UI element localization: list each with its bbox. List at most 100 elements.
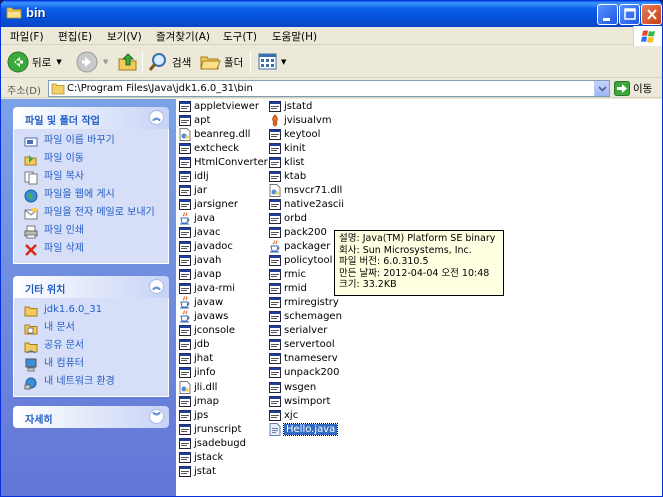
menu-view[interactable]: 보기(V) (107, 29, 142, 44)
file-item[interactable]: packager (269, 240, 330, 254)
minimize-button[interactable] (597, 4, 618, 25)
forward-button[interactable]: ▼ (76, 50, 108, 74)
task-delete[interactable]: 파일 삭제 (24, 243, 160, 257)
menu-file[interactable]: 파일(F) (10, 29, 44, 44)
file-item[interactable]: jli.dll (179, 380, 217, 394)
menu-edit[interactable]: 편집(E) (58, 29, 92, 44)
file-item[interactable]: Hello.java (269, 422, 339, 436)
file-item[interactable]: apt (179, 113, 210, 127)
search-button[interactable]: 검색 (147, 50, 191, 74)
place-my-documents[interactable]: 내 문서 (24, 322, 160, 336)
task-email[interactable]: 파일을 전자 메일로 보내기 (24, 207, 160, 221)
forward-dropdown-icon[interactable]: ▼ (103, 58, 108, 66)
task-copy[interactable]: 파일 복사 (24, 171, 160, 185)
file-item[interactable]: wsgen (269, 380, 316, 394)
up-folder-icon (118, 53, 137, 71)
file-name: jli.dll (194, 381, 218, 393)
file-item[interactable]: native2ascii (269, 197, 344, 211)
file-item[interactable]: jsadebugd (179, 436, 246, 450)
title-bar[interactable]: bin (1, 1, 662, 27)
file-list[interactable]: appletviewer apt beanreg.dll extcheck HtmlCo… (176, 99, 662, 496)
file-item[interactable]: klist (269, 155, 304, 169)
place-my-computer[interactable]: 내 컴퓨터 (24, 358, 160, 372)
collapse-icon[interactable]: ︽ (149, 110, 164, 125)
file-item[interactable]: orbd (269, 211, 307, 225)
file-item[interactable]: javap (179, 268, 221, 282)
task-rename[interactable]: 파일 이름 바꾸기 (24, 135, 160, 149)
file-item[interactable]: javah (179, 254, 221, 268)
file-item[interactable]: jmap (179, 394, 219, 408)
views-dropdown-icon[interactable]: ▼ (281, 58, 286, 66)
file-item[interactable]: jar (179, 183, 207, 197)
panel-header[interactable]: 기타 위치 ︽ (13, 276, 169, 298)
file-item[interactable]: jvisualvm (269, 113, 332, 127)
file-item[interactable]: unpack200 (269, 366, 340, 380)
console-exe-icon (179, 353, 191, 365)
file-item[interactable]: jhat (179, 352, 213, 366)
file-item[interactable]: serialver (269, 324, 327, 338)
file-item[interactable]: HtmlConverter (179, 155, 268, 169)
file-item[interactable]: javaws (179, 310, 228, 324)
file-name: extcheck (194, 142, 240, 154)
file-item[interactable]: appletviewer (179, 99, 259, 113)
close-button[interactable] (641, 4, 662, 25)
file-item[interactable]: extcheck (179, 141, 239, 155)
place-shared-documents[interactable]: 공유 문서 (24, 340, 160, 354)
console-exe-icon (269, 142, 281, 154)
task-print[interactable]: 파일 인쇄 (24, 225, 160, 239)
tooltip-line: 설명: Java(TM) Platform SE binary (339, 233, 496, 244)
file-name: jinfo (194, 367, 216, 379)
go-button[interactable]: 이동 (614, 81, 652, 96)
menu-tools[interactable]: 도구(T) (223, 29, 257, 44)
file-item[interactable]: jarsigner (179, 197, 238, 211)
file-item[interactable]: kinit (269, 141, 306, 155)
file-item[interactable]: idlj (179, 169, 209, 183)
maximize-button[interactable] (619, 4, 640, 25)
task-move[interactable]: 파일 이동 (24, 153, 160, 167)
file-item[interactable]: jrunscript (179, 422, 241, 436)
file-item[interactable]: jstack (179, 450, 223, 464)
address-dropdown-button[interactable] (594, 81, 609, 96)
file-item[interactable]: pack200 (269, 225, 327, 239)
file-item[interactable]: servertool (269, 338, 335, 352)
file-item[interactable]: javac (179, 225, 220, 239)
tooltip-line: 파일 버전: 6.0.310.5 (339, 256, 429, 267)
back-button[interactable]: 뒤로 ▼ (7, 50, 62, 74)
collapse-icon[interactable]: ︽ (149, 279, 164, 294)
file-item[interactable]: java-rmi (179, 282, 235, 296)
file-item[interactable]: schemagen (269, 310, 342, 324)
file-item[interactable]: xjc (269, 408, 298, 422)
file-item[interactable]: jstatd (269, 99, 312, 113)
file-item[interactable]: rmiregistry (269, 296, 339, 310)
back-dropdown-icon[interactable]: ▼ (56, 58, 61, 66)
file-item[interactable]: jdb (179, 338, 209, 352)
file-item[interactable]: jconsole (179, 324, 235, 338)
file-item[interactable]: rmic (269, 268, 306, 282)
file-item[interactable]: jinfo (179, 366, 216, 380)
expand-icon[interactable]: ︾ (149, 409, 164, 424)
file-item[interactable]: tnameserv (269, 352, 338, 366)
panel-header[interactable]: 파일 및 폴더 작업 ︽ (13, 107, 169, 129)
file-item[interactable]: java (179, 211, 215, 225)
place-my-network[interactable]: 내 네트워크 환경 (24, 376, 160, 390)
file-item[interactable]: javaw (179, 296, 223, 310)
place-jdk-folder[interactable]: jdk1.6.0_31 (24, 304, 160, 318)
file-item[interactable]: javadoc (179, 240, 233, 254)
file-item[interactable]: wsimport (269, 394, 330, 408)
file-item[interactable]: jstat (179, 464, 216, 478)
file-item[interactable]: jps (179, 408, 208, 422)
folders-button[interactable]: 폴더 (199, 50, 243, 74)
menu-help[interactable]: 도움말(H) (272, 29, 317, 44)
file-item[interactable]: beanreg.dll (179, 127, 250, 141)
file-item[interactable]: msvcr71.dll (269, 183, 342, 197)
views-button[interactable]: ▼ (257, 50, 286, 74)
file-item[interactable]: rmid (269, 282, 307, 296)
file-item[interactable]: policytool (269, 254, 332, 268)
address-input[interactable]: C:\Program Files\Java\jdk1.6.0_31\bin (48, 80, 610, 97)
panel-header[interactable]: 자세히 ︾ (13, 406, 169, 428)
file-item[interactable]: ktab (269, 169, 306, 183)
file-item[interactable]: keytool (269, 127, 320, 141)
menu-favorites[interactable]: 즐겨찾기(A) (156, 29, 210, 44)
task-publish-web[interactable]: 파일을 웹에 게시 (24, 189, 160, 203)
up-folder-button[interactable] (117, 50, 139, 74)
